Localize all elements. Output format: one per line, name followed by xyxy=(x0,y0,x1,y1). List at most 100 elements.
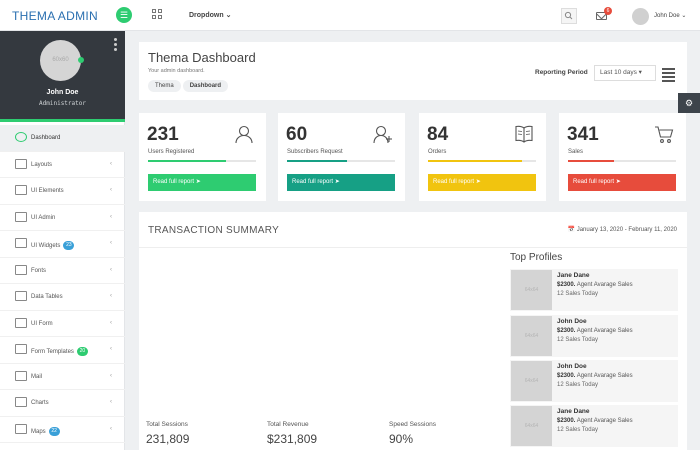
chevron-down-icon: ⌄ xyxy=(225,12,232,19)
chevron-left-icon: ‹ xyxy=(110,187,112,193)
search-button[interactable] xyxy=(561,8,577,24)
profile-list-item[interactable]: 64x64 Jane Dane $2300. Agent Avarage Sales… xyxy=(510,269,678,311)
sidebar-item-label: Layouts xyxy=(31,161,53,168)
chevron-left-icon: ‹ xyxy=(110,372,112,379)
profile-sales-count: 12 Sales Today xyxy=(557,427,598,433)
sidebar-item-maps[interactable]: Maps 22 ‹ xyxy=(0,417,125,443)
stat-label: Orders xyxy=(428,149,447,155)
gears-icon: ⚙ xyxy=(684,98,694,108)
page-subtitle: Your admin dashboard. xyxy=(148,68,205,74)
dashboard-header: Thema Dashboard Your admin dashboard. Th… xyxy=(139,42,687,100)
chevron-left-icon: ‹ xyxy=(110,240,112,246)
profile-thumbnail: 64x64 xyxy=(511,406,552,446)
settings-panel-toggle[interactable]: ⚙ xyxy=(678,93,700,113)
menu-item-icon xyxy=(15,317,27,328)
breadcrumb-item[interactable]: Thema xyxy=(148,80,181,92)
sidebar-item-label: Form Templates 20 xyxy=(31,347,88,356)
metric-label: Total Sessions xyxy=(146,421,188,428)
profile-thumbnail: 64x64 xyxy=(511,361,552,401)
sidebar-item-label: Maps 22 xyxy=(31,426,60,436)
sidebar-item-ui-elements[interactable]: UI Elements ‹ xyxy=(0,178,125,205)
arrow-right-icon: ➤ xyxy=(195,179,201,185)
dropdown-label: Dropdown xyxy=(189,12,224,19)
stat-card-sales: 341 Sales Read full report ➤ xyxy=(559,113,686,201)
menu-item-icon xyxy=(15,291,27,301)
apps-grid-icon[interactable] xyxy=(152,9,163,20)
sidebar-item-ui-widgets[interactable]: UI Widgets 23 ‹ xyxy=(0,231,125,258)
metric-label: Total Revenue xyxy=(267,421,309,428)
profile-name: John Doe xyxy=(557,363,587,370)
sidebar-item-form-templates[interactable]: Form Templates 20 ‹ xyxy=(0,337,125,364)
stat-progress-fill xyxy=(568,160,615,162)
menu-item-icon xyxy=(15,158,27,169)
sidebar-item-fonts[interactable]: Fonts ‹ xyxy=(0,258,125,284)
count-badge: 22 xyxy=(48,426,60,436)
menu-item-icon xyxy=(15,238,27,248)
profile-info: John Doe $2300. Agent Avarage Sales 12 Sal… xyxy=(557,318,633,343)
sidebar-item-ui-form[interactable]: UI Form ‹ xyxy=(0,311,125,337)
user-icon xyxy=(234,124,254,144)
stat-progress-fill xyxy=(148,160,226,162)
breadcrumb: Thema Dashboard xyxy=(148,80,230,92)
reporting-period-select[interactable]: Last 10 days ▾ xyxy=(594,65,656,81)
profile-list-item[interactable]: 64x64 John Doe $2300. Agent Avarage Sales 1… xyxy=(510,315,678,357)
user-add-icon xyxy=(373,124,393,144)
sidebar-item-mail[interactable]: Mail ‹ xyxy=(0,364,125,390)
read-report-button[interactable]: Read full report ➤ xyxy=(428,174,536,191)
profile-sales-count: 12 Sales Today xyxy=(557,382,598,388)
brand-logo[interactable]: THEMA ADMIN xyxy=(12,9,98,23)
sidebar-item-charts[interactable]: Charts ‹ xyxy=(0,390,125,417)
chevron-down-icon: ⌄ xyxy=(681,13,687,19)
menu-item-icon xyxy=(15,397,27,407)
sidebar-item-data-tables[interactable]: Data Tables ‹ xyxy=(0,284,125,311)
arrow-right-icon: ➤ xyxy=(334,179,340,185)
dropdown-menu[interactable]: Dropdown ⌄ xyxy=(189,11,231,19)
count-badge: 20 xyxy=(76,347,88,356)
chevron-left-icon: ‹ xyxy=(110,160,112,167)
list-view-icon[interactable] xyxy=(662,68,675,84)
read-report-button[interactable]: Read full report ➤ xyxy=(568,174,676,191)
chevron-left-icon: ‹ xyxy=(110,346,112,352)
sidebar: 60x60 John Doe Administrator Dashboard La… xyxy=(0,31,125,450)
date-range[interactable]: 📅 January 13, 2020 - February 11, 2020 xyxy=(568,226,677,233)
date-range-text: January 13, 2020 - February 11, 2020 xyxy=(576,227,677,233)
profile-info: Jane Dane $2300. Agent Avarage Sales 12 Sa… xyxy=(557,272,633,297)
cart-icon xyxy=(654,124,674,144)
profile-list-item[interactable]: 64x64 Jane Dane $2300. Agent Avarage Sales… xyxy=(510,405,678,447)
user-menu[interactable]: John Doe ⌄ xyxy=(654,12,686,19)
profile-avatar: 60x60 xyxy=(40,40,81,81)
profile-list-item[interactable]: 64x64 John Doe $2300. Agent Avarage Sales 1… xyxy=(510,360,678,402)
chevron-left-icon: ‹ xyxy=(110,425,112,432)
profile-role: Administrator xyxy=(39,100,86,107)
calendar-icon: 📅 xyxy=(567,227,576,233)
profile-name: Jane Dane xyxy=(557,408,590,415)
breadcrumb-item[interactable]: Dashboard xyxy=(182,80,229,92)
read-report-button[interactable]: Read full report ➤ xyxy=(287,174,395,191)
sidebar-profile: 60x60 John Doe Administrator xyxy=(0,31,125,119)
stat-value: 341 xyxy=(567,124,599,145)
sidebar-item-dashboard[interactable]: Dashboard xyxy=(0,125,125,152)
arrow-right-icon: ➤ xyxy=(475,179,481,185)
menu-toggle-button[interactable]: ☰ xyxy=(116,7,132,23)
online-status-icon xyxy=(78,57,84,63)
sidebar-item-label: UI Form xyxy=(31,320,53,327)
user-avatar[interactable] xyxy=(632,8,649,25)
top-navbar: THEMA ADMIN ☰ Dropdown ⌄ 6 John Doe ⌄ xyxy=(0,0,700,31)
stat-value: 60 xyxy=(286,124,308,145)
transaction-summary-panel: TRANSACTION SUMMARY 📅 January 13, 2020 -… xyxy=(139,212,687,450)
kebab-menu-icon[interactable] xyxy=(114,38,117,53)
chevron-left-icon: ‹ xyxy=(110,293,112,299)
profile-thumbnail: 64x64 xyxy=(511,316,552,356)
stat-progress-bar xyxy=(568,160,676,162)
read-report-button[interactable]: Read full report ➤ xyxy=(148,174,256,191)
metric-speed-sessions: Speed Sessions 90% xyxy=(389,421,436,446)
search-icon xyxy=(564,11,573,20)
sidebar-item-ui-admin[interactable]: UI Admin ‹ xyxy=(0,205,125,231)
menu-item-icon xyxy=(15,370,27,381)
user-name: John Doe xyxy=(654,13,680,19)
sidebar-nav: Dashboard Layouts ‹ UI Elements ‹ UI Admin ‹ UI… xyxy=(0,125,125,443)
sidebar-item-layouts[interactable]: Layouts ‹ xyxy=(0,152,125,178)
chevron-left-icon: ‹ xyxy=(110,319,112,326)
chevron-left-icon: ‹ xyxy=(110,399,112,405)
caret-down-icon: ▾ xyxy=(638,69,642,76)
